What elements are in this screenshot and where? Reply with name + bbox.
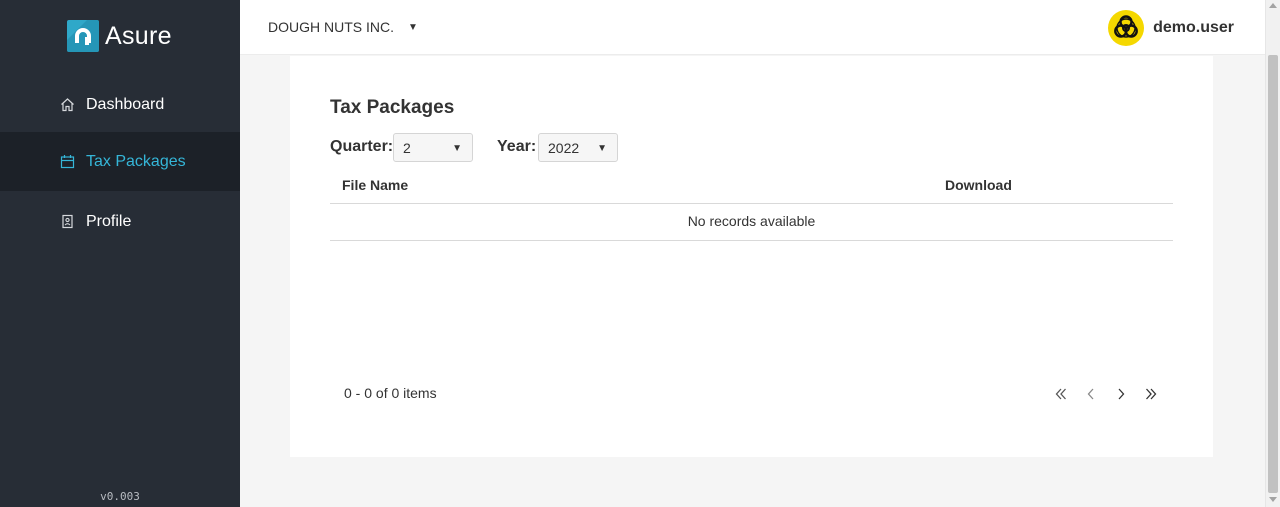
double-chevron-left-icon [1055,388,1066,400]
quarter-value: 2 [403,139,411,156]
scroll-down-arrow-icon[interactable] [1269,497,1277,502]
sidebar-item-profile[interactable]: Profile [0,192,240,251]
app-version: v0.003 [100,490,140,503]
grid-header: File Name Download [330,168,1173,204]
chevron-right-icon [1118,388,1125,400]
double-chevron-right-icon [1146,388,1157,400]
scroll-up-arrow-icon[interactable] [1269,3,1277,8]
quarter-label: Quarter: [330,138,394,155]
sidebar-item-label: Tax Packages [86,152,186,170]
sidebar: Asure Dashboard Tax Packages Profile v0.… [0,0,240,507]
brand-name: Asure [105,21,172,50]
page-title: Tax Packages [330,97,455,118]
sidebar-item-dashboard[interactable]: Dashboard [0,75,240,134]
user-menu[interactable]: demo.user [1108,10,1234,46]
year-select[interactable]: 2022 ▼ [538,133,618,162]
chevron-down-icon: ▼ [597,143,607,154]
company-selector[interactable]: DOUGH NUTS INC. ▼ [268,19,418,35]
pager-info: 0 - 0 of 0 items [344,385,437,401]
page-scrollbar[interactable] [1265,0,1280,507]
brand-logo[interactable]: Asure [67,20,172,52]
top-header: DOUGH NUTS INC. ▼ demo.user [240,0,1265,55]
chevron-down-icon: ▼ [408,21,418,33]
column-header-download[interactable]: Download [945,177,1012,193]
quarter-select[interactable]: 2 ▼ [393,133,473,162]
chevron-down-icon: ▼ [452,143,462,154]
grid-empty-message: No records available [330,204,1173,241]
biohazard-icon [1114,15,1138,38]
column-header-file-name[interactable]: File Name [342,177,408,193]
avatar [1108,10,1145,46]
sidebar-item-label: Dashboard [86,95,165,113]
username: demo.user [1153,19,1234,36]
profile-badge-icon [60,214,75,229]
chevron-left-icon [1087,388,1094,400]
home-icon [60,97,75,112]
pager-last-button[interactable] [1143,386,1159,402]
calendar-icon [60,154,75,169]
company-name: DOUGH NUTS INC. [268,19,394,35]
sidebar-item-label: Profile [86,212,132,230]
year-label: Year: [497,138,537,155]
pager-next-button[interactable] [1113,386,1129,402]
pager-first-button[interactable] [1053,386,1069,402]
asure-logo-icon [67,20,99,52]
year-value: 2022 [548,139,580,156]
tax-packages-card: Tax Packages Quarter: 2 ▼ Year: 2022 ▼ F… [290,56,1213,457]
sidebar-item-tax-packages[interactable]: Tax Packages [0,132,240,191]
scroll-thumb[interactable] [1268,55,1278,493]
pager-prev-button[interactable] [1083,386,1099,402]
